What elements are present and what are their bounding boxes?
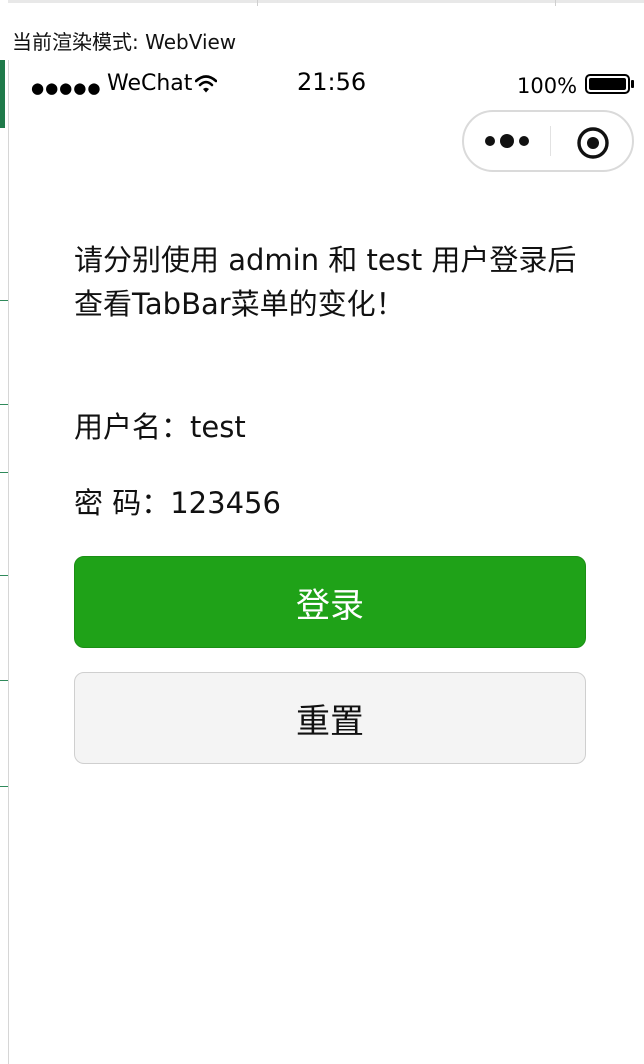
top-border-tick (257, 0, 258, 6)
wifi-icon (195, 75, 217, 93)
more-dots-icon[interactable] (484, 130, 534, 152)
left-strip-rule (0, 575, 8, 576)
window-top-border (0, 0, 644, 6)
reset-button[interactable]: 重置 (74, 672, 586, 764)
username-field: 用户名：test (74, 410, 246, 444)
password-field: 密 码：123456 (74, 486, 281, 520)
left-strip-accent (0, 60, 5, 128)
left-strip-rule (0, 404, 8, 405)
login-button[interactable]: 登录 (74, 556, 586, 648)
battery-icon (585, 74, 634, 94)
status-time: 21:56 (297, 68, 367, 96)
top-border-tick (555, 0, 556, 6)
left-strip-rule (0, 300, 8, 301)
left-strip-rule (0, 786, 8, 787)
target-circle-icon[interactable] (576, 126, 610, 160)
login-notice: 请分别使用 admin 和 test 用户登录后查看TabBar菜单的变化！ (74, 243, 577, 321)
render-mode-label: 当前渲染模式: WebView (12, 30, 237, 54)
simulator-frame-edge (8, 60, 9, 1064)
left-strip-rule (0, 472, 8, 473)
battery-percent: 100% (517, 74, 578, 98)
status-bar: ●●●●● WeChat 21:56 100% (9, 62, 644, 106)
left-editor-strip (0, 0, 8, 1064)
capsule-divider (550, 126, 551, 156)
carrier-name: WeChat (107, 71, 193, 96)
signal-strength: ●●●●● (31, 79, 102, 97)
mini-program-capsule (462, 110, 634, 172)
left-strip-rule (0, 680, 8, 681)
